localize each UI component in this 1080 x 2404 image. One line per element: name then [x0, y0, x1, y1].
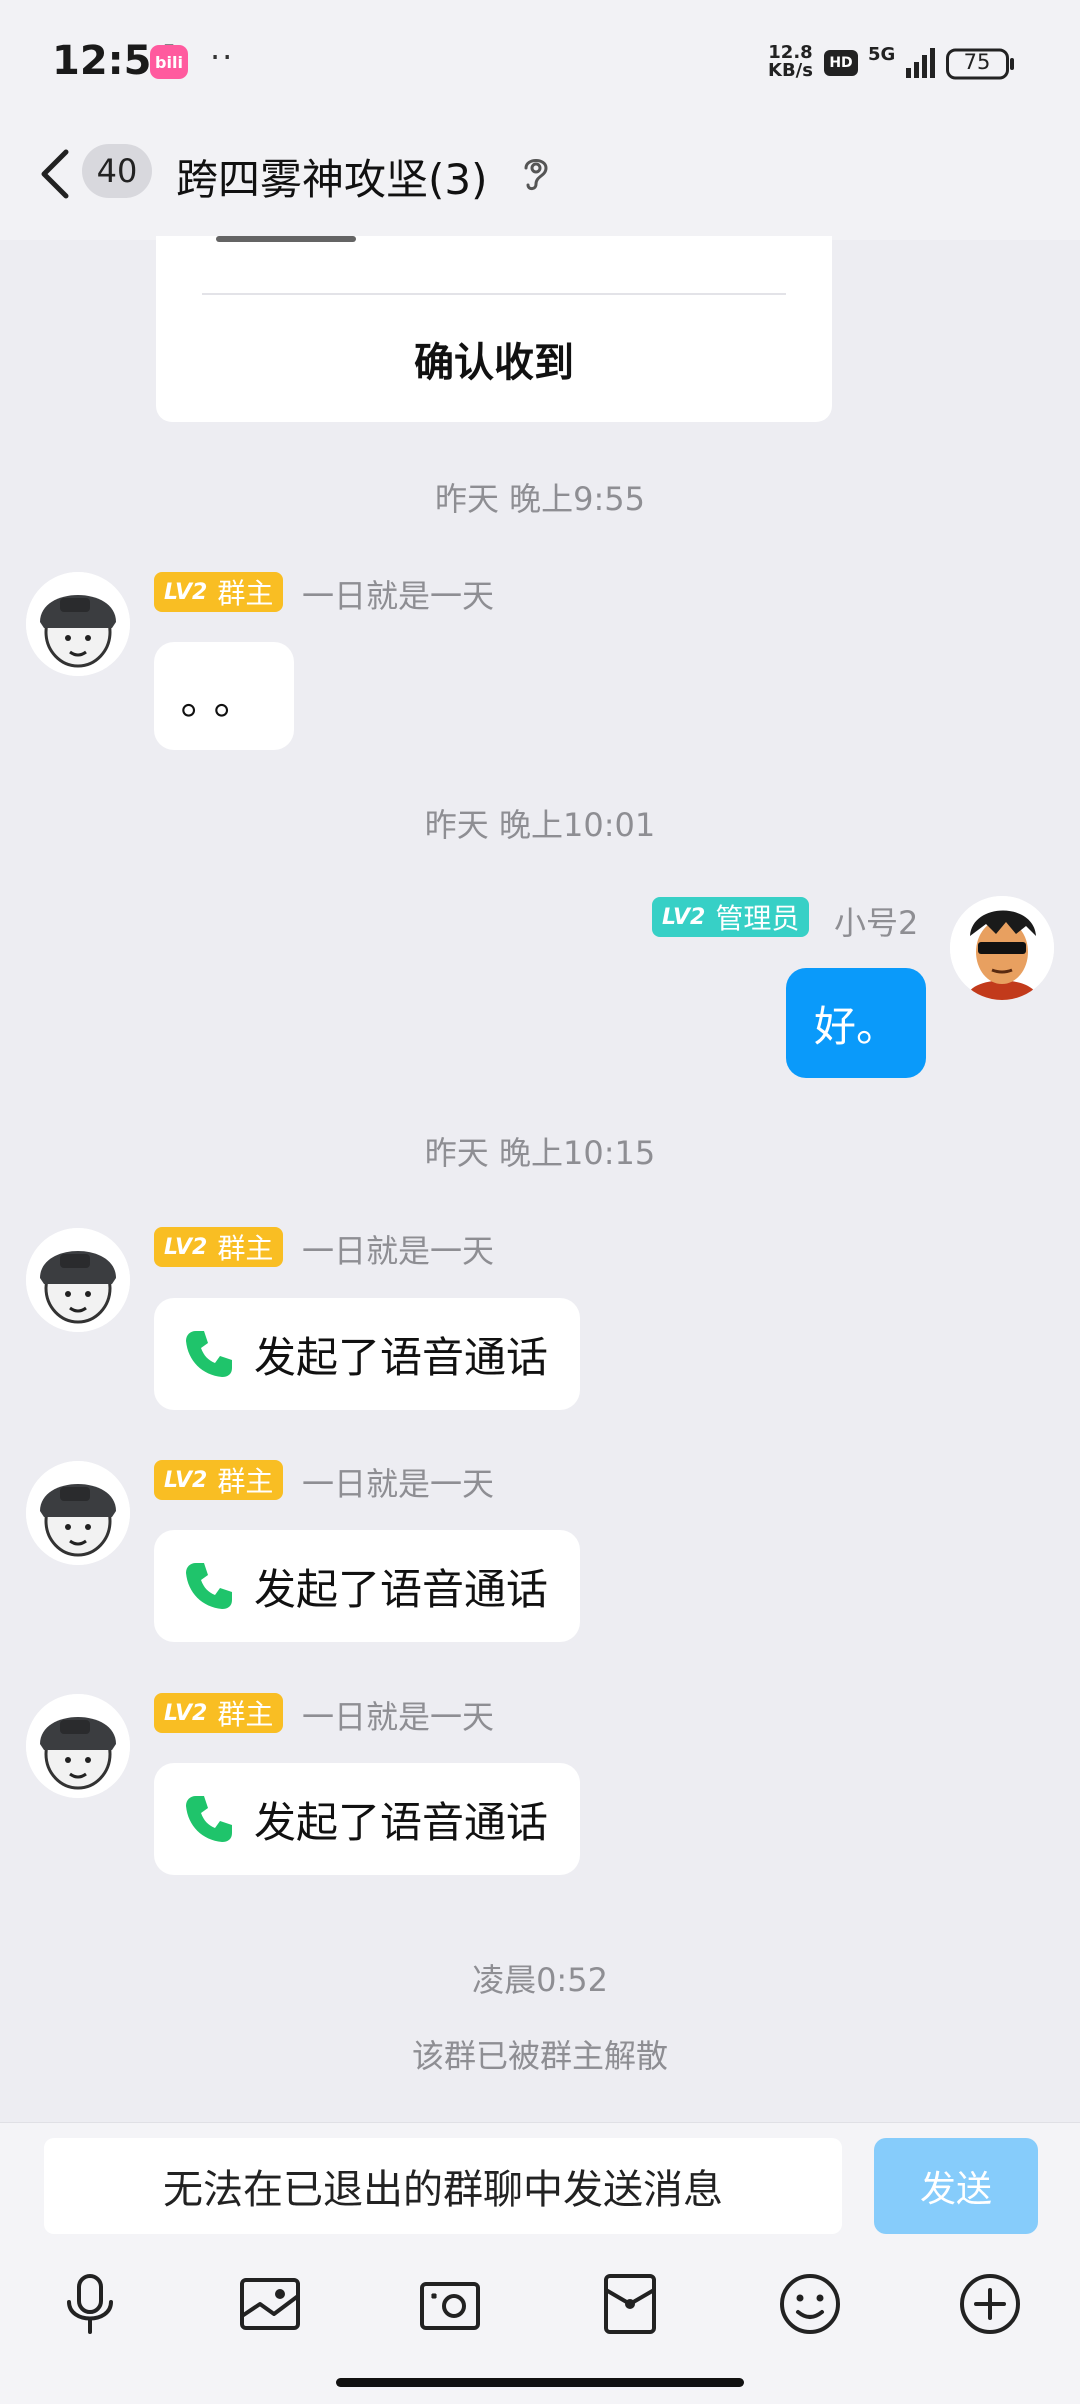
chat-title[interactable]: 跨四雾神攻坚(3): [176, 146, 488, 207]
message-bubble-self[interactable]: 好。: [786, 968, 926, 1078]
unread-count-badge[interactable]: 40: [82, 144, 152, 198]
signal-icon: [906, 48, 935, 78]
sender-name: 一日就是一天: [302, 1232, 495, 1270]
voice-call-bubble[interactable]: 发起了语音通话: [154, 1298, 580, 1410]
mic-icon[interactable]: [54, 2268, 126, 2340]
sender-name: 小号2: [834, 904, 919, 942]
timestamp: 昨天 晚上10:15: [424, 1134, 656, 1172]
hd-icon: HD: [824, 50, 858, 76]
phone-icon: [186, 1331, 232, 1377]
system-message: 该群已被群主解散: [411, 2037, 668, 2075]
message-input[interactable]: 无法在已退出的群聊中发送消息: [44, 2138, 842, 2234]
bilibili-app-icon: bili: [150, 45, 188, 79]
avatar[interactable]: [950, 896, 1054, 1000]
emoji-icon[interactable]: [774, 2268, 846, 2340]
timestamp: 昨天 晚上10:01: [424, 806, 656, 844]
role-label: 群主: [217, 1698, 274, 1731]
level-label: LV2: [164, 1700, 208, 1726]
timestamp: 昨天 晚上9:55: [434, 480, 646, 518]
call-text: 发起了语音通话: [254, 1564, 549, 1614]
network-type: 5G: [868, 44, 896, 65]
avatar[interactable]: [26, 1694, 130, 1798]
camera-icon[interactable]: [414, 2268, 486, 2340]
notification-dots: ··: [210, 38, 235, 76]
phone-icon: [186, 1563, 232, 1609]
level-badge-owner: LV2 群主: [154, 1460, 284, 1500]
level-badge-admin: LV2 管理员: [652, 897, 810, 937]
role-label: 管理员: [715, 902, 800, 935]
call-text: 发起了语音通话: [254, 1797, 549, 1847]
sender-name: 一日就是一天: [302, 1698, 495, 1736]
avatar[interactable]: [26, 572, 130, 676]
earpiece-mode-icon: [524, 159, 548, 191]
level-badge-owner: LV2 群主: [154, 572, 284, 612]
card-divider: [202, 293, 786, 295]
avatar[interactable]: [26, 1228, 130, 1332]
battery-level: 75: [963, 50, 991, 74]
network-speed: 12.8 KB/s: [768, 44, 813, 80]
red-packet-icon[interactable]: [594, 2268, 666, 2340]
level-label: LV2: [164, 1234, 208, 1260]
call-text: 发起了语音通话: [254, 1332, 549, 1382]
level-label: LV2: [164, 579, 208, 605]
helmet-avatar-icon: [26, 1228, 130, 1332]
timestamp: 凌晨0:52: [472, 1961, 608, 1999]
level-badge-owner: LV2 群主: [154, 1693, 284, 1733]
send-button[interactable]: 发送: [874, 2138, 1038, 2234]
message-card: [156, 236, 832, 422]
image-icon[interactable]: [234, 2268, 306, 2340]
helmet-avatar-icon: [26, 1461, 130, 1565]
card-cropped-text: [216, 236, 356, 242]
helmet-avatar-icon: [26, 572, 130, 676]
home-indicator[interactable]: [336, 2378, 744, 2387]
role-label: 群主: [217, 1232, 274, 1265]
avatar[interactable]: [26, 1461, 130, 1565]
network-speed-unit: KB/s: [768, 60, 813, 81]
voice-call-bubble[interactable]: 发起了语音通话: [154, 1530, 580, 1642]
role-label: 群主: [217, 577, 274, 610]
level-label: LV2: [662, 904, 706, 930]
sender-name: 一日就是一天: [302, 1465, 495, 1503]
plus-icon[interactable]: [954, 2268, 1026, 2340]
phone-icon: [186, 1796, 232, 1842]
back-arrow-icon[interactable]: [36, 146, 76, 202]
helmet-avatar-icon: [26, 1694, 130, 1798]
level-badge-owner: LV2 群主: [154, 1227, 284, 1267]
message-bubble[interactable]: 。。: [154, 642, 294, 750]
role-label: 群主: [217, 1465, 274, 1498]
voice-call-bubble[interactable]: 发起了语音通话: [154, 1763, 580, 1875]
level-label: LV2: [164, 1467, 208, 1493]
confirm-received-button[interactable]: 确认收到: [156, 330, 832, 390]
cartoon-avatar-icon: [950, 896, 1054, 1000]
sender-name: 一日就是一天: [302, 577, 495, 615]
